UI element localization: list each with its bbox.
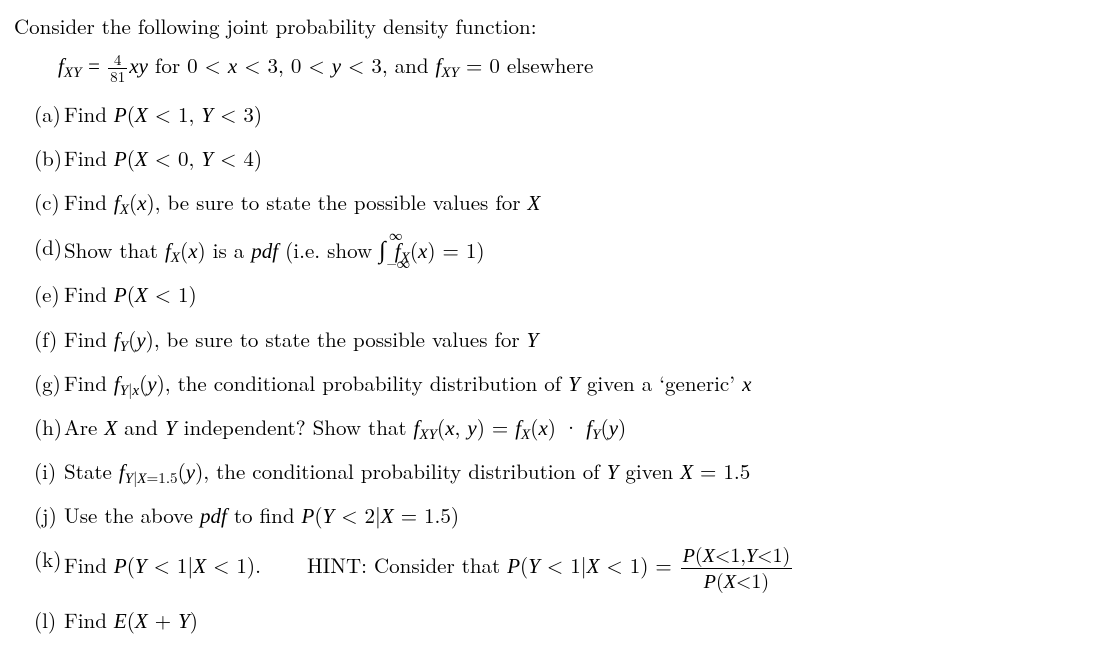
part-marker: (k)	[34, 543, 61, 576]
parts-list: (a)Find P(X < 1, Y < 3) (b)Find P(X < 0,…	[14, 98, 1106, 637]
part-marker: (f)	[34, 323, 57, 356]
part-d: (d)Show that fX(x) is a pdf (i.e. show ∫…	[34, 231, 1106, 268]
part-body: Use the above pdf to find P(Y < 2|X = 1.…	[64, 500, 459, 530]
part-k: (k)Find P(Y < 1|X < 1).HINT: Consider th…	[34, 543, 1106, 594]
part-body: Find P(X < 1, Y < 3)	[64, 99, 262, 129]
part-body: Show that fX(x) is a pdf (i.e. show ∫∞−∞…	[64, 235, 485, 265]
part-marker: (d)	[34, 231, 62, 264]
part-body: Find P(X < 0, Y < 4)	[64, 143, 262, 173]
part-body: Find P(X < 1)	[64, 279, 197, 309]
frac-denominator: 81	[108, 68, 127, 85]
part-marker: (e)	[34, 278, 60, 311]
joint-pdf-definition: fXY = 4 81 xy for 0 < x < 3, 0 < y < 3, …	[14, 49, 1106, 85]
part-body: State fY|X=1.5(y), the conditional proba…	[64, 456, 750, 486]
part-marker: (h)	[34, 411, 62, 444]
part-body: Find fX(x), be sure to state the possibl…	[64, 187, 540, 217]
part-body: Find fY(y), be sure to state the possibl…	[64, 324, 538, 354]
part-b: (b)Find P(X < 0, Y < 4)	[34, 142, 1106, 176]
part-j: (j) Use the above pdf to find P(Y < 2|X =…	[34, 499, 1106, 533]
part-marker: (b)	[34, 142, 62, 175]
fxy-lhs: fXY =	[58, 54, 106, 78]
part-c: (c)Find fX(x), be sure to state the poss…	[34, 186, 1106, 220]
pdf-elsewhere: fXY = 0 elsewhere	[436, 50, 594, 80]
part-body: Find fY|x(y), the conditional probabilit…	[64, 368, 751, 398]
part-i: (i) State fY|X=1.5(y), the conditional pr…	[34, 455, 1106, 489]
pdf-mid: xy for 0 < x < 3, 0 < y < 3, and	[129, 50, 435, 80]
part-marker: (c)	[34, 186, 60, 219]
part-g: (g)Find fY|x(y), the conditional probabi…	[34, 367, 1106, 401]
part-h: (h)Are X and Y independent? Show that fX…	[34, 411, 1106, 445]
part-marker: (g)	[34, 367, 61, 400]
part-marker: (j)	[34, 499, 57, 532]
problem-page: Consider the following joint probability…	[0, 0, 1120, 658]
part-marker: (l)	[34, 604, 56, 637]
part-marker: (i)	[34, 455, 56, 488]
part-e: (e)Find P(X < 1)	[34, 278, 1106, 312]
part-a: (a)Find P(X < 1, Y < 3)	[34, 98, 1106, 132]
part-l: (l) Find E(X + Y)	[34, 604, 1106, 638]
part-body: Are X and Y independent? Show that fXY(x…	[64, 412, 626, 442]
part-marker: (a)	[34, 98, 61, 131]
part-body: Find P(Y < 1|X < 1).HINT: Consider that …	[64, 550, 794, 580]
problem-intro: Consider the following joint probability…	[14, 10, 1106, 43]
part-f: (f) Find fY(y), be sure to state the poss…	[34, 323, 1106, 357]
constant-fraction: 4 81	[108, 52, 127, 85]
part-body: Find E(X + Y)	[64, 605, 198, 635]
